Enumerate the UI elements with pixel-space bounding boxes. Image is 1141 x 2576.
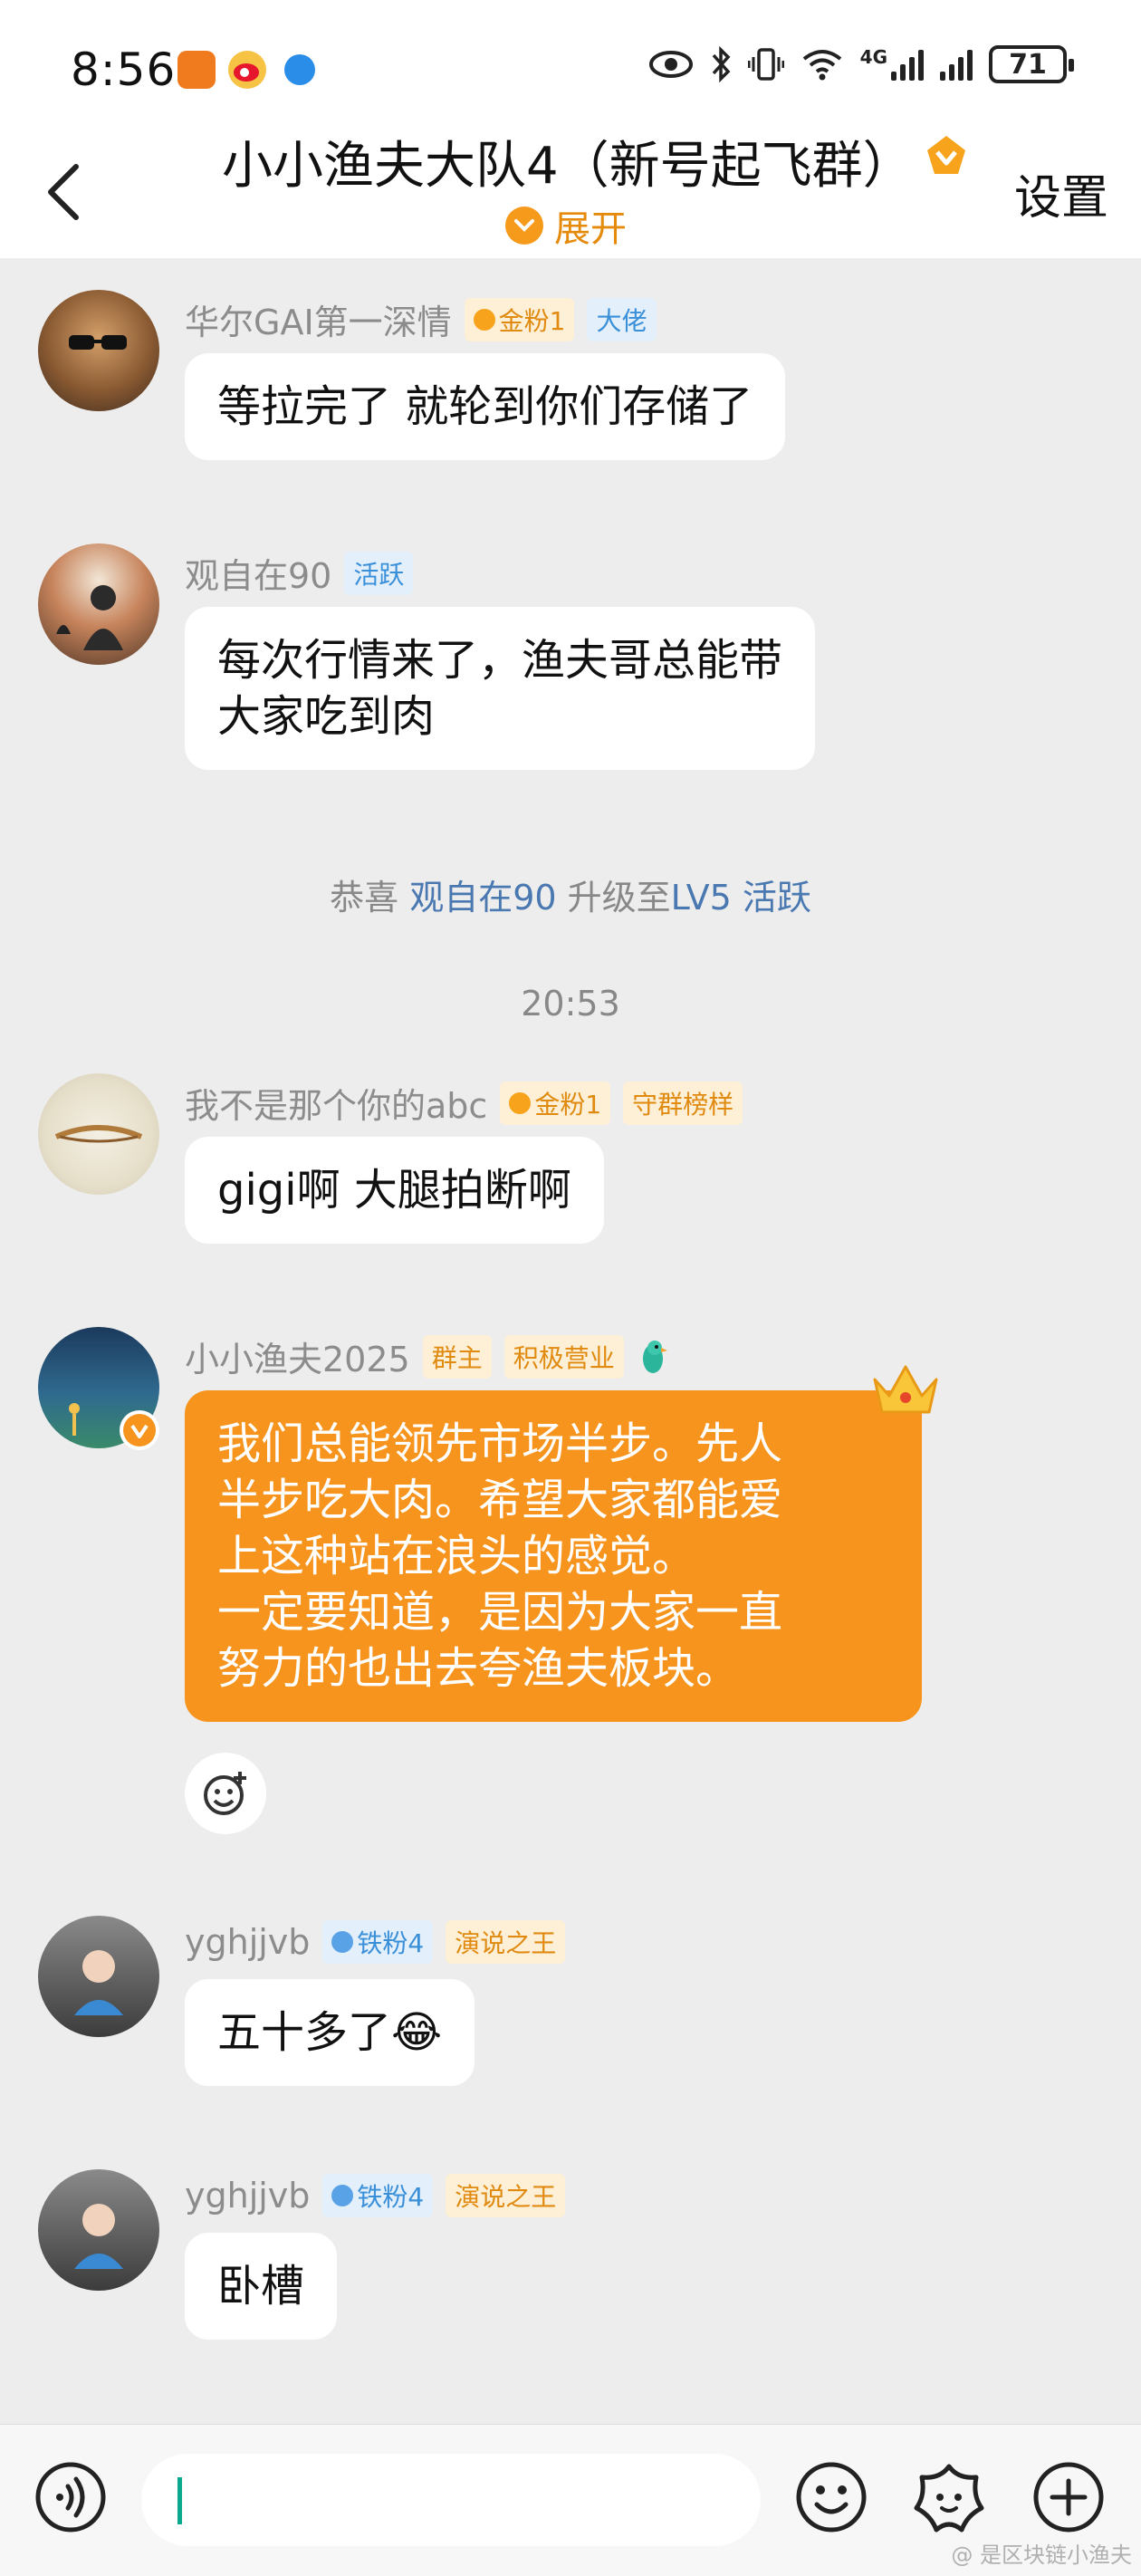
owner-verified-icon (120, 1410, 159, 1450)
fan-badge-icon (509, 1091, 532, 1114)
avatar[interactable] (38, 2169, 159, 2291)
fan-badge-icon (331, 2185, 354, 2206)
title-badge: 活跃 (344, 551, 414, 595)
fan-level-badge: 金粉1 (500, 1081, 611, 1125)
network-type-label: 4G (859, 46, 887, 68)
settings-button[interactable]: 设置 (1014, 159, 1108, 227)
title-badge: 守群榜样 (623, 1081, 743, 1125)
system-notice: 恭喜 观自在90 升级至LV5 活跃 (0, 870, 1141, 919)
cellular-signal-2 (940, 48, 973, 81)
message-bubble[interactable]: 五十多了😂 (185, 1979, 475, 2086)
chevron-left-icon (48, 164, 79, 220)
sender-name[interactable]: 观自在90 (185, 548, 331, 598)
message-meta: 小小渔夫2025 群主 积极营业 (185, 1331, 669, 1381)
sticker-icon (914, 2464, 984, 2533)
title-badge: 演说之王 (446, 1920, 566, 1964)
notice-middle: 升级至 (567, 878, 671, 918)
notice-user-link[interactable]: 观自在90 (409, 878, 556, 918)
badge-label: 铁粉4 (357, 2182, 425, 2212)
weibo-icon (228, 51, 266, 89)
fan-level-badge: 铁粉4 (322, 1920, 434, 1964)
smile-icon (796, 2462, 867, 2533)
sticker-button[interactable] (913, 2461, 985, 2533)
message-bubble[interactable]: 每次行情来了，渔夫哥总能带 大家吃到肉 (185, 607, 816, 770)
notice-prefix: 恭喜 (330, 878, 399, 918)
avatar[interactable] (38, 290, 159, 411)
expand-button[interactable]: 展开 (505, 199, 627, 252)
sender-name[interactable]: yghjjvb (185, 1922, 310, 1962)
title-badge: 演说之王 (446, 2174, 566, 2217)
chat-title: 小小渔夫大队4（新号起飞群） (222, 137, 914, 196)
badge-label: 金粉1 (534, 1089, 602, 1120)
emoji-add-icon (204, 1772, 246, 1815)
eye-icon (648, 51, 693, 78)
owner-badge: 群主 (422, 1334, 492, 1379)
fan-badge-icon (331, 1931, 354, 1953)
status-bar: 8:56 4G 71 (0, 0, 1141, 136)
sender-name[interactable]: yghjjvb (185, 2176, 310, 2216)
message-bubble[interactable]: 卧槽 (185, 2233, 338, 2340)
avatar[interactable] (38, 1916, 159, 2037)
watermark: @ 是区块链小渔夫 (951, 2542, 1132, 2568)
message-meta: 观自在90 活跃 (185, 548, 414, 598)
vibrate-icon (747, 48, 784, 81)
title-badge: 大佬 (587, 297, 657, 341)
notification-app-icon (177, 51, 216, 89)
status-indicators: 4G 71 (648, 45, 1074, 83)
message-input[interactable] (141, 2454, 761, 2546)
notice-level: LV5 活跃 (670, 878, 811, 918)
bluetooth-icon (712, 46, 731, 82)
badge-label: 铁粉4 (357, 1928, 425, 1958)
message-bubble[interactable]: 等拉完了 就轮到你们存储了 (185, 353, 786, 460)
sender-name[interactable]: 我不是那个你的abc (185, 1078, 487, 1128)
emoji-button[interactable] (795, 2461, 868, 2533)
message-meta: 我不是那个你的abc 金粉1 守群榜样 (185, 1078, 743, 1128)
message-meta: yghjjvb 铁粉4 演说之王 (185, 2174, 566, 2217)
expand-label: 展开 (554, 208, 627, 250)
avatar[interactable] (38, 543, 159, 665)
back-button[interactable] (36, 156, 91, 228)
text-caret (177, 2477, 182, 2524)
cellular-signal-1: 4G (860, 48, 924, 81)
status-time: 8:56 (71, 43, 177, 96)
sender-name[interactable]: 华尔GAI第一深情 (185, 294, 452, 344)
message-bubble[interactable]: 我们总能领先市场半步。先人 半步吃大肉。希望大家都能爱 上这种站在浪头的感觉。 … (185, 1390, 922, 1722)
voice-input-button[interactable] (34, 2461, 107, 2533)
verified-badge-icon (925, 134, 967, 176)
plus-icon (1033, 2462, 1104, 2533)
fan-level-badge: 铁粉4 (322, 2174, 434, 2217)
avatar[interactable] (38, 1073, 159, 1195)
wifi-icon (802, 50, 841, 81)
message-meta: yghjjvb 铁粉4 演说之王 (185, 1920, 566, 1964)
fan-badge-icon (473, 308, 495, 331)
parrot-icon (642, 1340, 667, 1373)
voice-icon (35, 2462, 106, 2533)
more-options-button[interactable] (1032, 2461, 1105, 2533)
message-meta: 华尔GAI第一深情 金粉1 大佬 (185, 294, 657, 344)
chat-header: 小小渔夫大队4（新号起飞群） 展开 设置 (0, 118, 1141, 258)
badge-label: 金粉1 (498, 305, 566, 336)
fan-level-badge: 金粉1 (464, 297, 575, 341)
message-bubble[interactable]: gigi啊 大腿拍断啊 (185, 1137, 604, 1244)
crown-icon (873, 1365, 938, 1414)
chevron-down-icon (505, 207, 543, 245)
sender-name[interactable]: 小小渔夫2025 (185, 1331, 410, 1381)
input-bar: @ 是区块链小渔夫 (0, 2424, 1141, 2576)
title-badge: 积极营业 (503, 1334, 624, 1379)
timestamp: 20:53 (521, 984, 620, 1024)
add-reaction-button[interactable] (185, 1753, 266, 1834)
browser-icon (284, 54, 315, 85)
battery-indicator: 71 (989, 45, 1074, 83)
